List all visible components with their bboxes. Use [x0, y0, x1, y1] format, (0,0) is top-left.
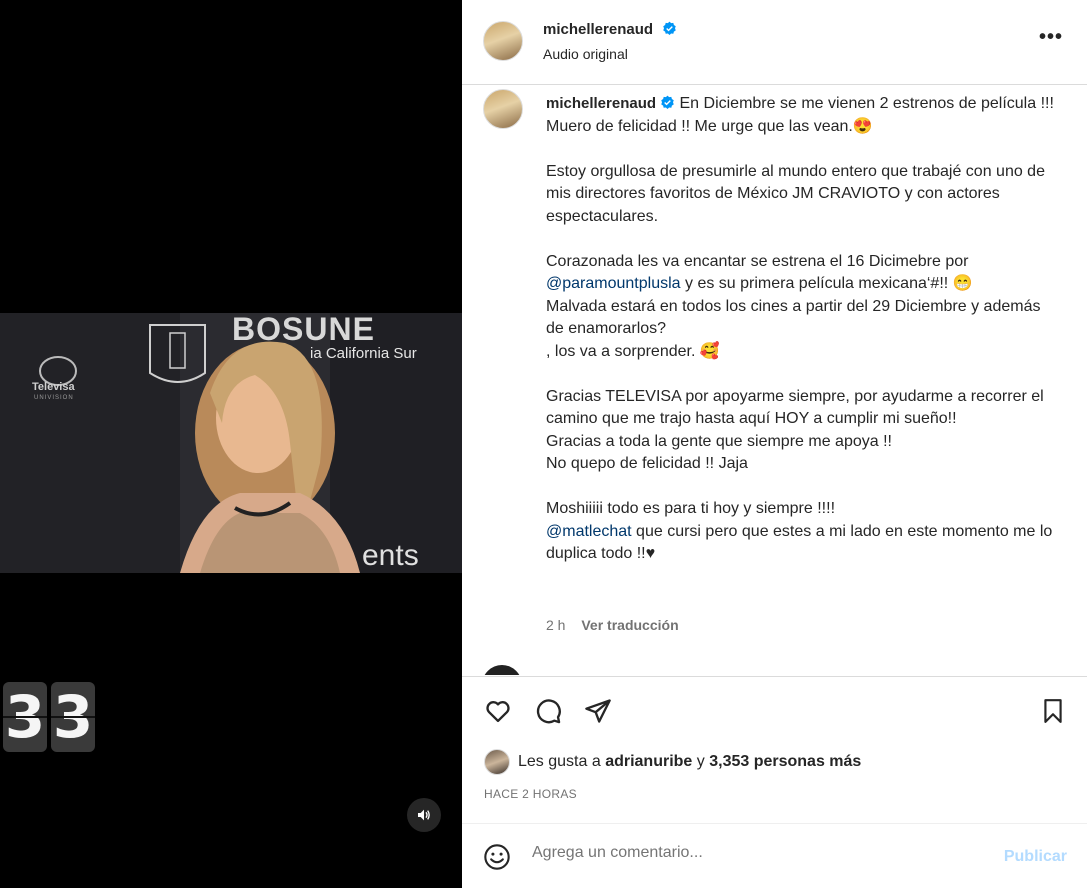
like-button[interactable]	[482, 695, 514, 727]
backdrop-brand-text: BOSUNE	[232, 313, 375, 347]
more-options-button[interactable]: •••	[1039, 27, 1063, 47]
heart-icon	[486, 701, 510, 723]
caption-line: Moshiiiii todo es para ti hoy y siempre …	[546, 500, 836, 517]
liker-avatar[interactable]	[484, 749, 510, 775]
reel-video-player[interactable]: BOSUNE ia California Sur Televisa UNIVIS…	[0, 0, 462, 888]
comment-bar: Publicar	[462, 823, 1087, 890]
likes-prefix: Les gusta a	[518, 753, 601, 770]
caption-avatar[interactable]	[483, 89, 523, 129]
post-actions-section: Les gusta a adrianuribe y 3,353 personas…	[462, 676, 1087, 889]
caption-paragraph-4: Gracias TELEVISA por apoyarme siempre, p…	[546, 386, 1056, 476]
mention-link[interactable]: @matlechat	[546, 523, 632, 540]
header-username-row: michellerenaud	[543, 21, 677, 39]
caption-username[interactable]: michellerenaud	[546, 95, 656, 112]
caption-paragraph-1: michellerenaud En Diciembre se me vienen…	[546, 93, 1056, 138]
publish-button[interactable]: Publicar	[1004, 848, 1067, 866]
counter-digit: 3	[3, 682, 47, 752]
caption-line: En Diciembre se me vienen 2 estrenos de …	[679, 95, 1054, 112]
caption-paragraph-3: Corazonada les va encantar se estrena el…	[546, 251, 1056, 364]
save-button[interactable]	[1037, 695, 1069, 727]
caption-line: Estoy orgullosa de presumirle al mundo e…	[546, 162, 1045, 225]
post-sidebar: michellerenaud Audio original ••• michel…	[462, 0, 1087, 888]
post-header: michellerenaud Audio original •••	[462, 0, 1087, 85]
comment-input[interactable]	[532, 844, 972, 862]
header-username[interactable]: michellerenaud	[543, 21, 653, 38]
volume-icon	[418, 809, 430, 821]
video-frame: BOSUNE ia California Sur Televisa UNIVIS…	[0, 313, 462, 573]
bookmark-icon	[1044, 699, 1062, 723]
next-comment-avatar-peek	[482, 665, 522, 675]
verified-badge-icon	[661, 95, 674, 109]
caption-scroll-area[interactable]: michellerenaud En Diciembre se me vienen…	[462, 85, 1087, 675]
caption-meta-row: 2 h Ver traducción	[546, 617, 679, 633]
caption-line: Gracias TELEVISA por apoyarme siempre, p…	[546, 387, 1044, 428]
avatar[interactable]	[483, 21, 523, 61]
caption-line: Muero de felicidad !! Me urge que las ve…	[546, 117, 873, 135]
post-timestamp[interactable]: HACE 2 HORAS	[484, 787, 577, 801]
audio-subtitle[interactable]: Audio original	[543, 46, 628, 62]
flip-counter: 3 3	[3, 682, 95, 752]
comment-icon	[536, 699, 561, 724]
volume-toggle-button[interactable]	[407, 798, 441, 832]
emoji-icon	[484, 844, 510, 870]
caption-line: , los va a sorprender. 🥰	[546, 342, 720, 360]
comment-button[interactable]	[532, 695, 564, 727]
share-button[interactable]	[582, 695, 614, 727]
likes-middle: y	[692, 753, 710, 770]
caption-line: Corazonada les va encantar se estrena el…	[546, 252, 969, 270]
mention-link[interactable]: @paramountplusla	[546, 275, 681, 292]
counter-digit: 3	[51, 682, 95, 752]
caption-paragraph-2: Estoy orgullosa de presumirle al mundo e…	[546, 161, 1056, 229]
backdrop-logo-text: Televisa	[32, 381, 75, 393]
backdrop-region-text: ia California Sur	[310, 345, 417, 362]
liker-username[interactable]: adrianuribe	[605, 753, 692, 771]
caption-line: Gracias a toda la gente que siempre me a…	[546, 432, 892, 450]
caption-line: Malvada estará en todos los cines a part…	[546, 297, 1041, 338]
caption-line: y es su primera película mexicana‘#!! 😁	[680, 275, 973, 292]
caption-paragraph-5: Moshiiiii todo es para ti hoy y siempre …	[546, 498, 1056, 566]
verified-badge-icon	[662, 21, 676, 35]
emoji-button[interactable]	[482, 842, 512, 872]
see-translation-link[interactable]: Ver traducción	[581, 617, 678, 633]
caption-time: 2 h	[546, 617, 566, 633]
backdrop-logo-sub-text: UNIVISION	[34, 395, 74, 401]
caption-line: No quepo de felicidad !! Jaja	[546, 455, 748, 472]
likes-summary: Les gusta a adrianuribe y 3,353 personas…	[484, 749, 861, 775]
caption-text: michellerenaud En Diciembre se me vienen…	[546, 93, 1056, 588]
likes-count[interactable]: 3,353 personas más	[709, 753, 861, 771]
backdrop-ents-text: ents	[362, 539, 419, 572]
share-icon	[585, 699, 611, 723]
